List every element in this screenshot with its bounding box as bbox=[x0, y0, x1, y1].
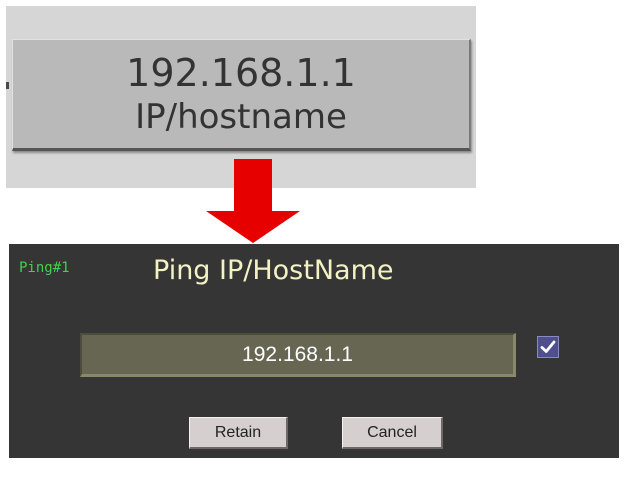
enable-checkbox[interactable] bbox=[537, 336, 559, 358]
arrow-down-icon bbox=[206, 159, 300, 243]
panel-edge-marker bbox=[6, 82, 9, 89]
tile-ip-text: 192.168.1.1 bbox=[126, 51, 356, 95]
ping-dialog: Ping#1 Ping IP/HostName Retain Cancel bbox=[9, 244, 619, 458]
dialog-id-label: Ping#1 bbox=[19, 260, 70, 276]
host-input[interactable] bbox=[80, 333, 516, 377]
dialog-title: Ping IP/HostName bbox=[153, 255, 394, 286]
checkmark-icon bbox=[540, 340, 556, 353]
retain-button[interactable]: Retain bbox=[189, 417, 288, 449]
ip-hostname-tile[interactable]: 192.168.1.1 IP/hostname bbox=[12, 39, 471, 151]
stage: 192.168.1.1 IP/hostname Ping#1 Ping IP/H… bbox=[0, 0, 624, 485]
tile-label-text: IP/hostname bbox=[135, 97, 347, 137]
cancel-button[interactable]: Cancel bbox=[342, 417, 443, 449]
